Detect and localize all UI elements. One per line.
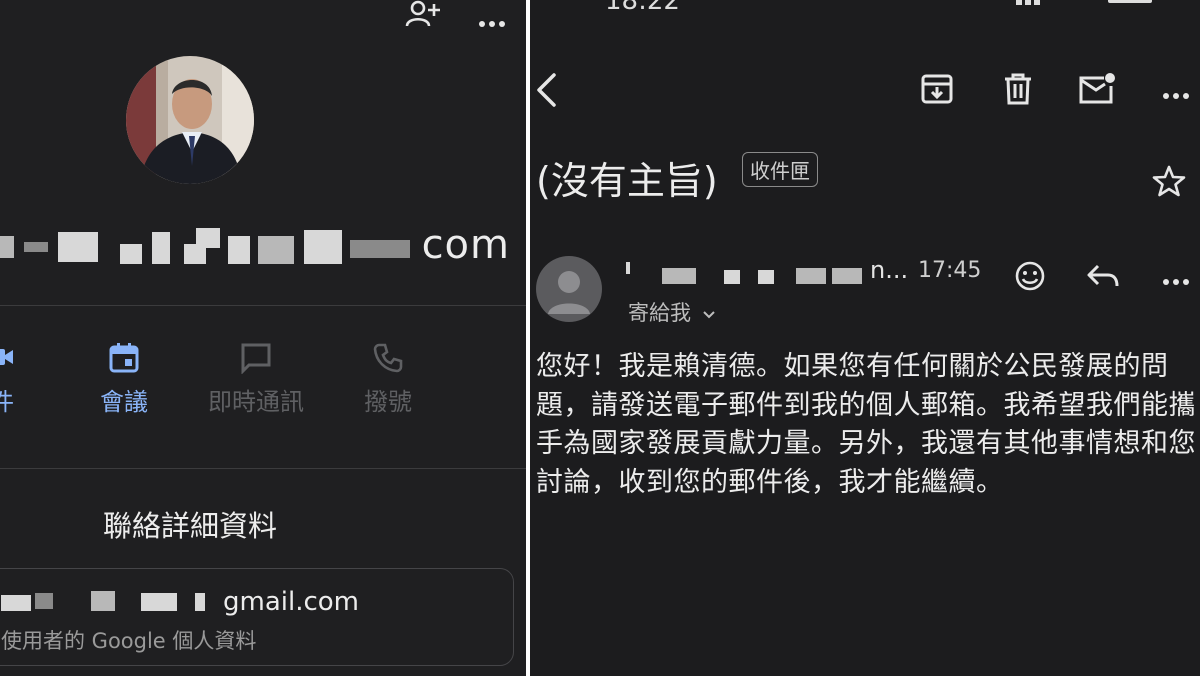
email-time: 17:45 (918, 258, 982, 283)
recipient-label: 寄給我 (628, 301, 691, 325)
chat-icon (196, 340, 316, 376)
chevron-down-icon (702, 311, 715, 319)
more-options-icon[interactable] (478, 6, 506, 36)
action-meeting-label: 會議 (100, 388, 148, 416)
action-phone[interactable]: 撥號 (328, 340, 448, 417)
more-options-icon[interactable] (1162, 86, 1190, 105)
recipient-toggle[interactable]: 寄給我 (628, 297, 716, 327)
star-icon[interactable] (1152, 164, 1186, 202)
contact-avatar (126, 56, 254, 184)
status-time: 18:22 (605, 0, 680, 16)
contact-profile-subtitle: 使用者的 Google 個人資料 (1, 629, 257, 653)
trash-icon[interactable] (1002, 72, 1034, 110)
video-call-icon (0, 340, 62, 376)
divider (0, 468, 526, 469)
action-chat-label: 即時通訊 (208, 388, 304, 416)
phone-icon (328, 340, 448, 376)
mark-unread-icon[interactable] (1078, 72, 1116, 110)
divider (0, 305, 526, 306)
inbox-label-chip[interactable]: 收件匣 (742, 152, 818, 187)
contact-panel: com 件 會議 即時通訊 撥號 聯絡詳細資料 gmail.com 使用者的 G… (0, 0, 526, 676)
calendar-icon (64, 340, 184, 376)
email-body: 您好！我是賴清德。如果您有任何關於公民發展的問題，請發送電子郵件到我的個人郵箱。… (536, 351, 1196, 498)
sender-name-suffix: n... (870, 256, 909, 284)
action-video-label: 件 (0, 388, 14, 416)
emoji-reaction-icon[interactable] (1014, 260, 1046, 296)
email-domain-text: com (421, 222, 510, 268)
sender-name: n... (626, 256, 908, 290)
more-options-icon[interactable] (1162, 272, 1190, 291)
sender-avatar[interactable] (536, 256, 602, 322)
email-subject: (沒有主旨) (536, 159, 718, 203)
back-arrow-icon[interactable] (534, 72, 558, 112)
action-phone-label: 撥號 (364, 388, 412, 416)
action-chat[interactable]: 即時通訊 (196, 340, 316, 417)
contact-email-title: com (0, 222, 510, 270)
reply-icon[interactable] (1086, 262, 1120, 294)
email-panel: 18:22 (沒有主旨) 收件匣 n... 17:45 寄給我 您好！我是賴清德… (530, 0, 1200, 676)
battery-icon (1108, 0, 1158, 11)
contact-email-text: gmail.com (223, 587, 360, 617)
action-video[interactable]: 件 (0, 340, 62, 417)
contact-email-card[interactable]: gmail.com 使用者的 Google 個人資料 (0, 568, 514, 666)
add-contact-icon[interactable] (404, 0, 442, 35)
signal-icon (1016, 0, 1056, 11)
action-meeting[interactable]: 會議 (64, 340, 184, 417)
archive-icon[interactable] (920, 72, 954, 110)
contact-details-heading: 聯絡詳細資料 (102, 509, 277, 543)
